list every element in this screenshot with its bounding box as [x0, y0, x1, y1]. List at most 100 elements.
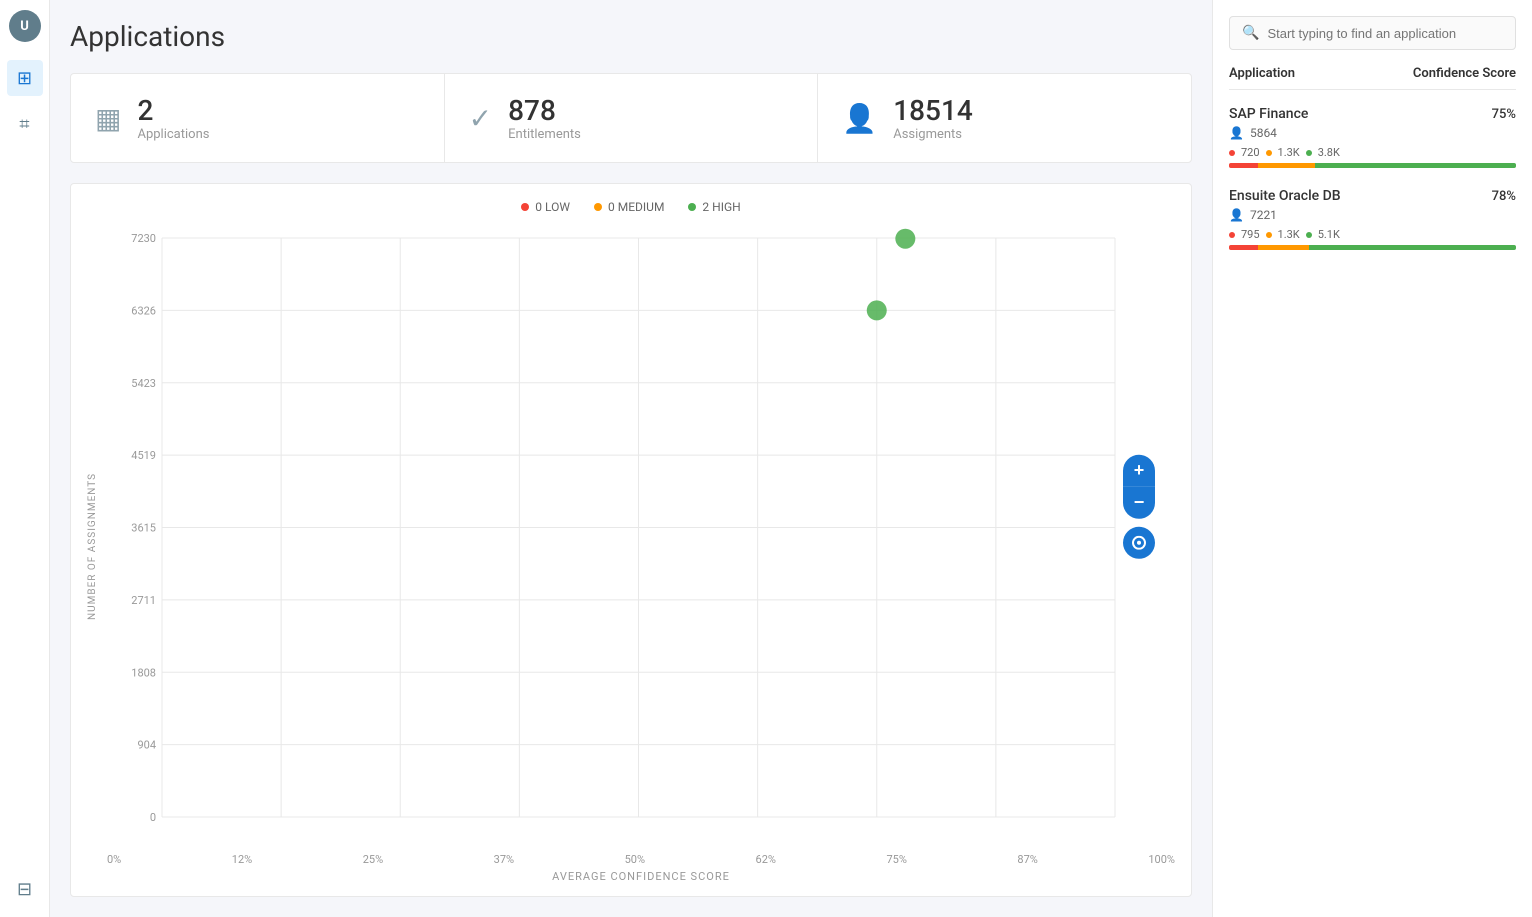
applications-label: Applications — [137, 127, 209, 142]
stat-card-entitlements: ✓ 878 Entitlements — [445, 74, 819, 162]
chart-grid: 72306326542345193615271118089040 + − — [107, 226, 1175, 849]
score-high: 3.8K — [1318, 146, 1340, 159]
sidebar: U ⊞ ⌗ ⊟ — [0, 0, 50, 917]
col-confidence: Confidence Score — [1413, 66, 1516, 81]
stat-info-assignments: 18514 Assigments — [893, 94, 973, 142]
svg-text:1808: 1808 — [131, 666, 156, 679]
sidebar-item-bottom[interactable]: ⊟ — [7, 871, 43, 907]
legend-label-high: 2 HIGH — [702, 200, 740, 214]
score-medium: 1.3K — [1278, 228, 1300, 241]
entitlements-number: 878 — [508, 94, 581, 127]
x-tick: 87% — [1017, 853, 1037, 866]
bar-orange — [1258, 245, 1310, 250]
chart-plot: 72306326542345193615271118089040 + − — [107, 226, 1175, 866]
page-title: Applications — [70, 20, 1192, 53]
bar-red — [1229, 163, 1258, 168]
score-dot-medium — [1266, 150, 1272, 156]
app-name: Ensuite Oracle DB — [1229, 188, 1341, 204]
chart-section: Applications ▦ 2 Applications ✓ 878 Enti… — [50, 0, 1212, 917]
main-content: Applications ▦ 2 Applications ✓ 878 Enti… — [50, 0, 1532, 917]
score-medium: 1.3K — [1278, 146, 1300, 159]
app-item-header: Ensuite Oracle DB 78% — [1229, 188, 1516, 204]
app-score: 75% — [1492, 107, 1516, 122]
app-name: SAP Finance — [1229, 106, 1308, 122]
score-low: 795 — [1241, 228, 1260, 241]
bar-red — [1229, 245, 1258, 250]
sidebar-item-tag[interactable]: ⌗ — [7, 106, 43, 142]
legend-low: 0 LOW — [521, 200, 570, 214]
score-dots: 795 1.3K 5.1K — [1229, 228, 1516, 241]
svg-text:5423: 5423 — [131, 377, 156, 390]
legend-label-medium: 0 MEDIUM — [608, 200, 664, 214]
content-area: Applications ▦ 2 Applications ✓ 878 Enti… — [50, 0, 1532, 917]
svg-text:904: 904 — [137, 739, 156, 752]
x-axis: 0% 12% 25% 37% 50% 62% 75% 87% 100% — [107, 853, 1175, 866]
app-users: 👤 5864 — [1229, 126, 1516, 140]
users-icon: 👤 — [1229, 126, 1244, 140]
zoom-reset-button[interactable] — [1123, 526, 1155, 558]
applications-number: 2 — [137, 94, 209, 127]
stat-card-assignments: 👤 18514 Assigments — [818, 74, 1191, 162]
score-dot-high — [1306, 150, 1312, 156]
zoom-reset-icon — [1132, 535, 1146, 549]
app-users: 👤 7221 — [1229, 208, 1516, 222]
application-list: SAP Finance 75% 👤 5864 720 1.3K 3.8K Ens… — [1229, 106, 1516, 250]
x-tick: 50% — [625, 853, 645, 866]
x-tick: 37% — [494, 853, 514, 866]
search-icon: 🔍 — [1242, 25, 1259, 41]
chart-inner: NUMBER OF ASSIGNMENTS 723063265423451936… — [87, 226, 1175, 866]
sidebar-item-grid[interactable]: ⊞ — [7, 60, 43, 96]
x-tick: 12% — [232, 853, 252, 866]
zoom-controls: + − — [1123, 454, 1155, 558]
legend-label-low: 0 LOW — [535, 200, 570, 214]
entitlements-label: Entitlements — [508, 127, 581, 142]
zoom-out-button[interactable]: − — [1123, 486, 1155, 518]
score-dot-low — [1229, 232, 1235, 238]
avatar: U — [9, 10, 41, 42]
scatter-chart: 0 LOW 0 MEDIUM 2 HIGH NUMBER OF ASSIGNME… — [70, 183, 1192, 897]
stats-row: ▦ 2 Applications ✓ 878 Entitlements 👤 — [70, 73, 1192, 163]
x-tick: 100% — [1148, 853, 1175, 866]
legend-dot-high — [688, 203, 696, 211]
search-box[interactable]: 🔍 — [1229, 16, 1516, 50]
app-score: 78% — [1492, 189, 1516, 204]
score-low: 720 — [1241, 146, 1260, 159]
stat-info-entitlements: 878 Entitlements — [508, 94, 581, 142]
users-icon: 👤 — [1229, 208, 1244, 222]
x-tick: 62% — [756, 853, 776, 866]
app-item-ensuite-oracle[interactable]: Ensuite Oracle DB 78% 👤 7221 795 1.3K 5.… — [1229, 188, 1516, 250]
score-dots: 720 1.3K 3.8K — [1229, 146, 1516, 159]
x-axis-label: AVERAGE CONFIDENCE SCORE — [107, 870, 1175, 883]
score-dot-medium — [1266, 232, 1272, 238]
chart-legend: 0 LOW 0 MEDIUM 2 HIGH — [87, 200, 1175, 214]
app-item-sap-finance[interactable]: SAP Finance 75% 👤 5864 720 1.3K 3.8K — [1229, 106, 1516, 168]
legend-medium: 0 MEDIUM — [594, 200, 664, 214]
bar-orange — [1258, 163, 1315, 168]
users-count: 5864 — [1250, 126, 1277, 140]
x-tick: 75% — [886, 853, 906, 866]
users-count: 7221 — [1250, 208, 1277, 222]
applications-icon: ▦ — [95, 102, 121, 135]
svg-text:3615: 3615 — [131, 522, 156, 535]
bar-green — [1315, 163, 1516, 168]
score-high: 5.1K — [1318, 228, 1340, 241]
y-axis-label: NUMBER OF ASSIGNMENTS — [87, 226, 107, 866]
search-input[interactable] — [1267, 26, 1503, 41]
score-dot-low — [1229, 150, 1235, 156]
assignments-label: Assigments — [893, 127, 973, 142]
stat-card-applications: ▦ 2 Applications — [71, 74, 445, 162]
zoom-in-button[interactable]: + — [1123, 454, 1155, 486]
x-tick: 25% — [363, 853, 383, 866]
bar-green — [1309, 245, 1516, 250]
score-bar — [1229, 245, 1516, 250]
chart-svg: 72306326542345193615271118089040 — [107, 226, 1175, 849]
stat-info-applications: 2 Applications — [137, 94, 209, 142]
right-panel: 🔍 Application Confidence Score SAP Finan… — [1212, 0, 1532, 917]
x-tick: 0% — [107, 853, 121, 866]
svg-text:2711: 2711 — [131, 594, 156, 607]
assignments-icon: 👤 — [842, 102, 877, 135]
entitlements-icon: ✓ — [469, 102, 492, 135]
assignments-number: 18514 — [893, 94, 973, 127]
score-bar — [1229, 163, 1516, 168]
panel-header: Application Confidence Score — [1229, 66, 1516, 90]
